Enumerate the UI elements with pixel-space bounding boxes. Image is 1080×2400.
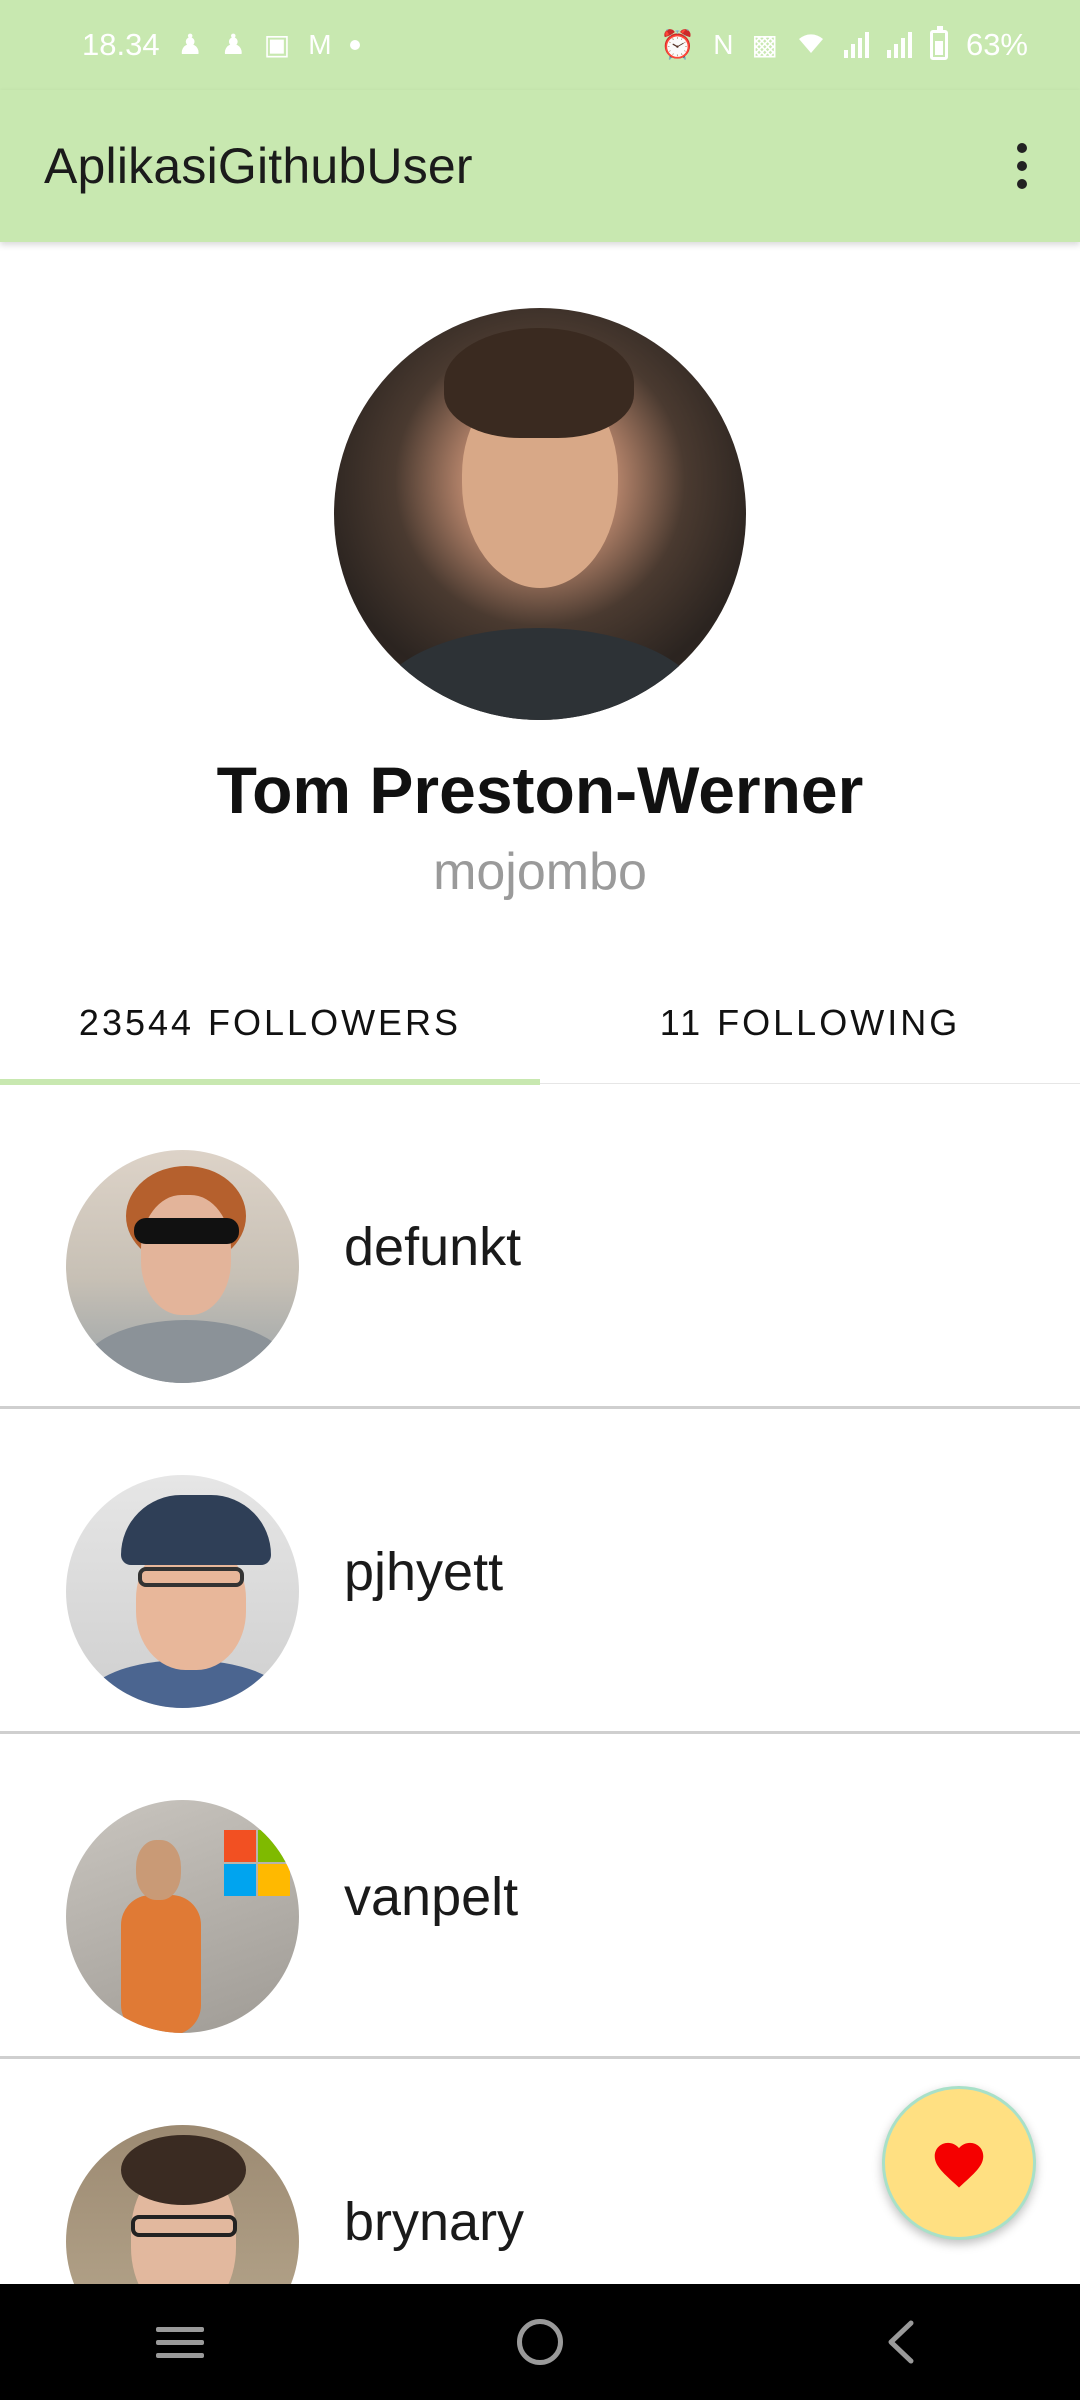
app-title: AplikasiGithubUser xyxy=(44,138,473,194)
list-item-username: defunkt xyxy=(344,1216,522,1277)
tab-followers-label: FOLLOWERS xyxy=(208,1002,462,1043)
tab-following[interactable]: 11 FOLLOWING xyxy=(540,962,1080,1084)
followers-count: 23544 xyxy=(78,1002,195,1043)
nfc-icon: N xyxy=(713,29,734,60)
home-icon xyxy=(517,2319,563,2365)
list-item[interactable]: pjhyett xyxy=(0,1409,1080,1734)
more-vert-icon[interactable] xyxy=(992,126,1052,206)
signal-icon xyxy=(843,32,869,58)
favorite-button[interactable] xyxy=(882,2086,1036,2240)
wifi-icon xyxy=(796,31,826,60)
avatar xyxy=(66,1800,299,2033)
back-icon xyxy=(888,2320,914,2364)
home-button[interactable] xyxy=(480,2302,600,2382)
list-item-username: pjhyett xyxy=(344,1541,504,1602)
gmail-icon: M xyxy=(308,29,332,60)
battery-percent: 63% xyxy=(965,27,1028,62)
notification-dot xyxy=(349,40,360,50)
heart-icon xyxy=(934,2142,984,2188)
app-bar: AplikasiGithubUser xyxy=(0,90,1080,242)
profile-avatar xyxy=(334,308,746,720)
recents-button[interactable] xyxy=(120,2302,240,2382)
avatar xyxy=(66,2125,299,2284)
signal-icon xyxy=(886,32,912,58)
list-item-username: brynary xyxy=(344,2191,525,2252)
back-button[interactable] xyxy=(840,2302,960,2382)
avatar xyxy=(66,1150,299,1383)
status-left: 18.34 ♟ ♟ ▣ M xyxy=(82,27,360,63)
status-bar: 18.34 ♟ ♟ ▣ M ⏰ N ▩ 63% xyxy=(0,0,1080,90)
avatar xyxy=(66,1475,299,1708)
system-nav-bar xyxy=(0,2284,1080,2400)
tab-bar: 23544 FOLLOWERS 11 FOLLOWING xyxy=(0,962,1080,1085)
battery-icon xyxy=(929,26,948,60)
status-time: 18.34 xyxy=(82,27,160,62)
profile-name: Tom Preston-Werner xyxy=(216,753,864,827)
profile-header: Tom Preston-Werner mojombo xyxy=(0,242,1080,962)
list-item[interactable]: defunkt xyxy=(0,1084,1080,1409)
discord-icon: ♟ xyxy=(177,29,203,60)
list-item[interactable]: vanpelt xyxy=(0,1734,1080,2059)
tab-following-label: FOLLOWING xyxy=(717,1002,961,1043)
alarm-icon: ⏰ xyxy=(660,29,696,60)
vibrate-icon: ▩ xyxy=(751,29,778,60)
tab-followers[interactable]: 23544 FOLLOWERS xyxy=(0,962,540,1085)
instagram-icon: ▣ xyxy=(263,29,291,60)
following-count: 11 xyxy=(659,1002,704,1043)
status-right: ⏰ N ▩ 63% xyxy=(660,26,1028,63)
profile-username: mojombo xyxy=(433,843,647,901)
discord-icon: ♟ xyxy=(220,29,246,60)
recents-icon xyxy=(156,2326,204,2358)
list-item-username: vanpelt xyxy=(344,1866,519,1927)
